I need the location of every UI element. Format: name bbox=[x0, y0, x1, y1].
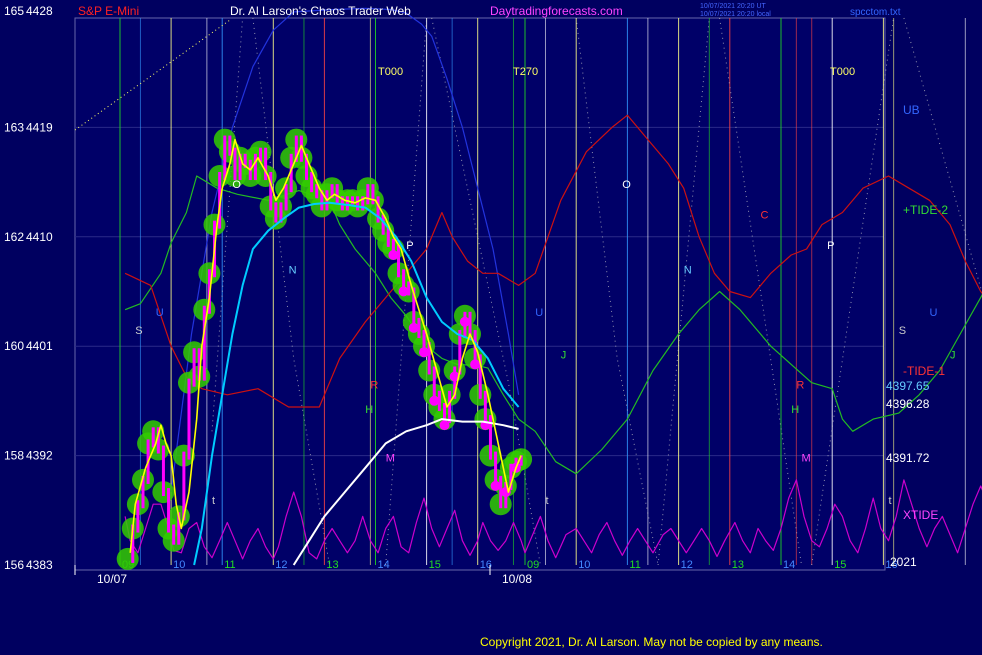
hour-tick-label: 11 bbox=[224, 559, 235, 571]
hour-tick-label: 15 bbox=[834, 559, 846, 571]
y-tick-label-b: 4410 bbox=[26, 230, 53, 244]
chart-letter: H bbox=[791, 404, 799, 416]
chart-letter: O bbox=[232, 179, 241, 191]
time-marker-3: T000 bbox=[830, 66, 855, 78]
price-dot bbox=[439, 420, 450, 431]
price-dot bbox=[459, 316, 470, 327]
chart-title: Dr. Al Larson's Chaos Trader Web bbox=[230, 4, 411, 18]
price-dot bbox=[470, 359, 481, 370]
plot-area bbox=[74, 17, 886, 571]
chart-letter: M bbox=[802, 453, 811, 465]
chart-letter: t bbox=[546, 495, 549, 507]
chart-letter: P bbox=[827, 240, 834, 252]
year-label: 2021 bbox=[890, 555, 917, 569]
price-dot bbox=[388, 250, 399, 260]
hour-tick-label: 10 bbox=[173, 559, 185, 571]
price-dot bbox=[398, 286, 409, 297]
y-tick-label-b: 4419 bbox=[26, 120, 53, 134]
y-tick-label-a: 156 bbox=[4, 558, 24, 572]
hour-tick-label: 13 bbox=[326, 559, 338, 571]
chart-letter: U bbox=[535, 307, 543, 319]
hour-tick-label: 10 bbox=[578, 559, 590, 571]
date-label-2: 10/08 bbox=[502, 572, 532, 586]
hour-tick-label: 14 bbox=[783, 559, 795, 571]
chart-letter: t bbox=[889, 495, 892, 507]
chart-svg: 4428163 4419162 4410160 4401158 4392156 4383 … bbox=[0, 0, 982, 650]
chart-letter: S bbox=[899, 325, 906, 337]
chart-letter: N bbox=[289, 264, 297, 276]
chart-letter: J bbox=[950, 349, 956, 361]
date-label-1: 10/07 bbox=[97, 572, 127, 586]
y-top-label: 165 bbox=[4, 4, 24, 18]
price-dot bbox=[419, 347, 429, 358]
chart-letter: C bbox=[761, 210, 769, 222]
y-tick-label-b: 4383 bbox=[26, 558, 53, 572]
chart-letter: R bbox=[370, 380, 378, 392]
time-marker-1: T000 bbox=[378, 66, 403, 78]
chart-letter: U bbox=[156, 307, 164, 319]
chaos-trader-chart: 4428 163 4419 162 4410 160 4401 158 4392 156 4383 … bbox=[0, 0, 982, 650]
copyright: Copyright 2021, Dr. Al Larson. May not b… bbox=[480, 635, 823, 649]
price-label-2: 4396.28 bbox=[886, 397, 930, 411]
price-glow bbox=[116, 547, 139, 570]
file-label: spcctom.txt bbox=[850, 7, 901, 18]
y-tick-label-b: 4392 bbox=[26, 449, 53, 463]
hour-tick-label: 15 bbox=[429, 559, 441, 571]
y-tick-label-a: 162 bbox=[4, 230, 24, 244]
chart-letter: R bbox=[796, 380, 804, 392]
y-tick-label-b: 4401 bbox=[26, 339, 53, 353]
price-dot bbox=[429, 395, 440, 406]
ub-label: UB bbox=[903, 103, 920, 117]
chart-letter: M bbox=[386, 453, 395, 465]
price-label-1: 4397.65 bbox=[886, 379, 930, 393]
chart-letter: H bbox=[365, 404, 373, 416]
symbol-label: S&P E-Mini bbox=[78, 4, 139, 18]
price-dot bbox=[490, 480, 501, 491]
website-label: Daytradingforecasts.com bbox=[490, 4, 623, 18]
time-marker-2: T270 bbox=[513, 66, 538, 78]
chart-letter: P bbox=[406, 240, 413, 252]
tide-minus-label: -TIDE-1 bbox=[903, 364, 945, 378]
chart-letter: t bbox=[212, 495, 215, 507]
hour-tick-label: 12 bbox=[275, 559, 287, 571]
tide-plus-label: +TIDE-2 bbox=[903, 203, 948, 217]
timestamp-ut: 10/07/2021 20:20 UT bbox=[700, 3, 766, 10]
chart-letter: S bbox=[135, 325, 142, 337]
y-tick-label-a: 163 bbox=[4, 120, 24, 134]
xtide-label: XTIDE bbox=[903, 508, 938, 522]
price-label-3: 4391.72 bbox=[886, 451, 930, 465]
y-tick-label-a: 158 bbox=[4, 449, 24, 463]
hour-tick-label: 11 bbox=[629, 559, 640, 571]
timestamp-local: 10/07/2021 20:20 local bbox=[700, 11, 771, 18]
y-tick-label-b: 4428 bbox=[26, 4, 53, 18]
chart-letter: U bbox=[930, 307, 938, 319]
hour-tick-label: 09 bbox=[527, 559, 539, 571]
chart-letter: N bbox=[684, 264, 692, 276]
hour-tick-label: 13 bbox=[732, 559, 744, 571]
chart-letter: J bbox=[561, 349, 567, 361]
hour-tick-label: 12 bbox=[681, 559, 693, 571]
price-dot bbox=[408, 322, 419, 333]
chart-letter: O bbox=[622, 179, 631, 191]
y-tick-label-a: 160 bbox=[4, 339, 24, 353]
hour-tick-label: 14 bbox=[378, 559, 390, 571]
